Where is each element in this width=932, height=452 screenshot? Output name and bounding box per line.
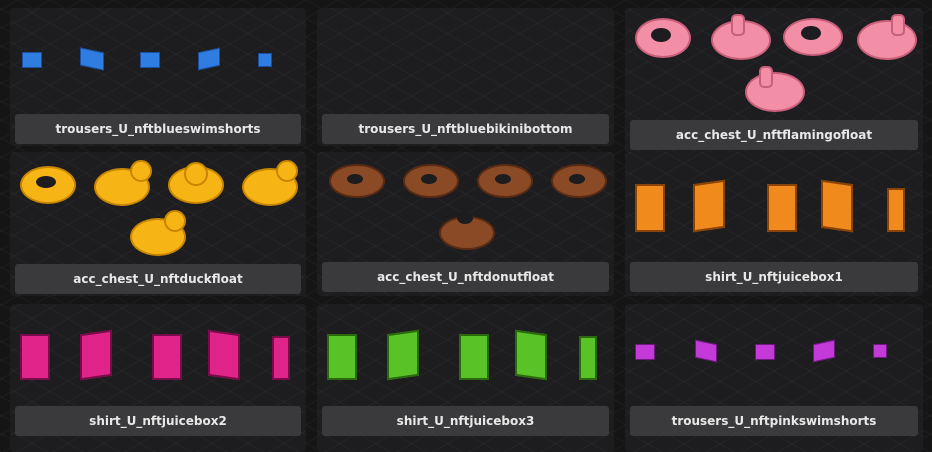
item-card[interactable]: acc_chest_U_nftdonutfloat <box>317 152 614 296</box>
item-label: acc_chest_U_nftduckfloat <box>15 264 301 294</box>
item-label: shirt_U_nftjuicebox1 <box>630 262 918 292</box>
item-label: trousers_U_nftblueswimshorts <box>15 114 301 144</box>
item-label: acc_chest_U_nftdonutfloat <box>322 262 609 292</box>
item-label: shirt_U_nftjuicebox2 <box>15 406 301 436</box>
item-card[interactable]: acc_chest_U_nftflamingofloat <box>625 8 923 153</box>
item-label: shirt_U_nftjuicebox3 <box>322 406 609 436</box>
item-card[interactable]: trousers_U_nftblueswimshorts <box>10 8 306 146</box>
item-card[interactable]: shirt_U_nftjuicebox2 <box>10 304 306 452</box>
item-card[interactable]: shirt_U_nftjuicebox1 <box>625 152 923 296</box>
item-label: trousers_U_nftbluebikinibottom <box>322 114 609 144</box>
item-card[interactable]: trousers_U_nftbluebikinibottom <box>317 8 614 146</box>
item-card[interactable]: shirt_U_nftjuicebox3 <box>317 304 614 452</box>
item-card[interactable]: acc_chest_U_nftduckfloat <box>10 152 306 296</box>
item-label: acc_chest_U_nftflamingofloat <box>630 120 918 150</box>
item-label: trousers_U_nftpinkswimshorts <box>630 406 918 436</box>
item-card[interactable]: trousers_U_nftpinkswimshorts <box>625 304 923 452</box>
